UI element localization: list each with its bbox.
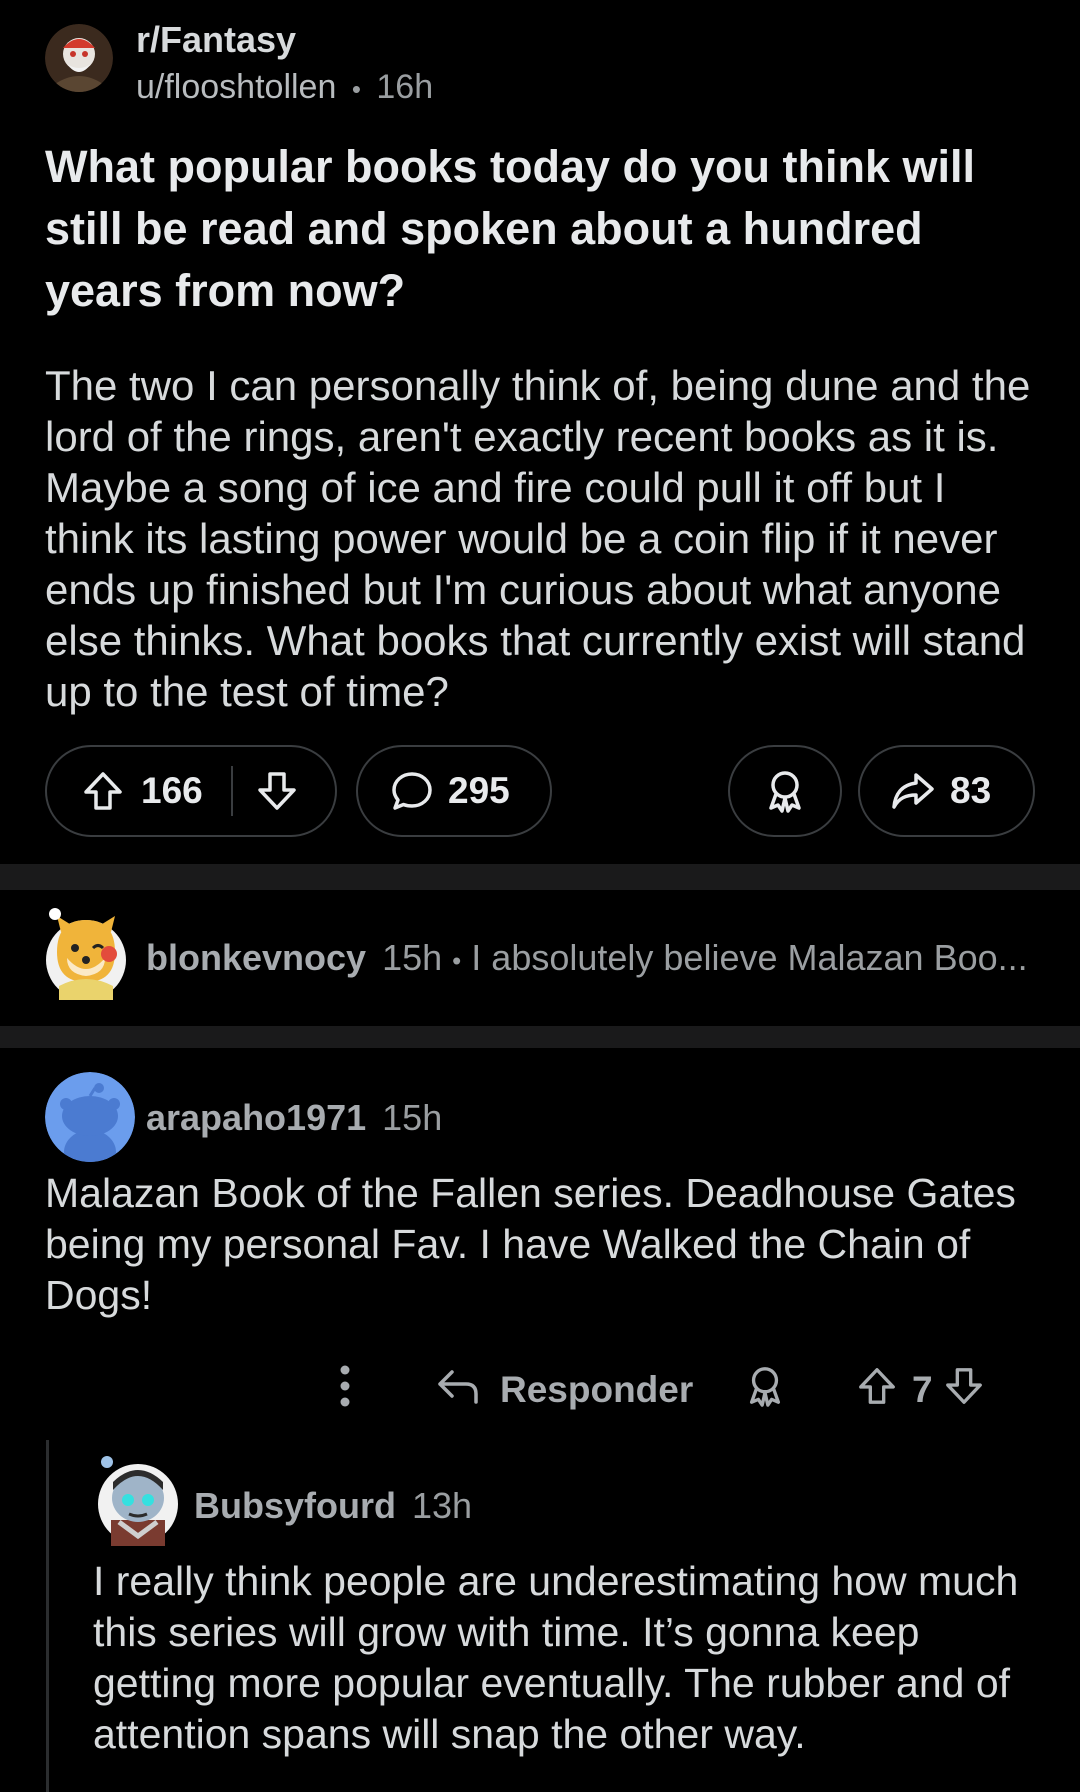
avatar[interactable] [97, 1454, 179, 1546]
downvote-arrow-icon[interactable] [943, 1365, 985, 1416]
reply-text: I really think people are underestimatin… [93, 1558, 1019, 1757]
more-options-button[interactable] [330, 1345, 360, 1435]
comment-meta: arapaho1971 15h [146, 1096, 442, 1140]
downvote-arrow-icon[interactable] [255, 769, 299, 813]
section-divider [0, 864, 1080, 890]
post-action-bar: 166 295 83 [45, 745, 1035, 841]
award-icon [763, 768, 807, 814]
comment-vote-count: 7 [912, 1369, 933, 1410]
post-meta: u/flooshtollen • 16h [136, 66, 433, 110]
share-count: 83 [950, 770, 992, 811]
award-icon [744, 1364, 786, 1417]
comment-count: 295 [448, 770, 510, 811]
collapsed-comment[interactable]: blonkevnocy 15h • I absolutely believe M… [45, 900, 1045, 1020]
share-arrow-icon [890, 769, 936, 813]
post-author[interactable]: u/flooshtollen [136, 68, 336, 106]
reply-label: Responder [500, 1369, 694, 1410]
comments-button[interactable]: 295 [356, 745, 552, 837]
post-title: What popular books today do you think wi… [45, 141, 975, 316]
comment-time: 15h [382, 1097, 443, 1138]
comment-bubble-icon [390, 769, 434, 813]
post-header: r/Fantasy u/flooshtollen • 16h [45, 18, 1035, 108]
reply-arrow-icon [436, 1366, 480, 1415]
comment-actions: Responder 7 [0, 1345, 1080, 1435]
award-button[interactable] [744, 1345, 786, 1435]
comment-time: 15h [382, 937, 443, 978]
thread-line[interactable] [46, 1440, 49, 1792]
collapsed-comment-line: blonkevnocy 15h • I absolutely believe M… [146, 936, 1028, 982]
avatar[interactable] [45, 906, 127, 1000]
comment-author[interactable]: arapaho1971 [146, 1097, 366, 1138]
more-vertical-icon [339, 1364, 351, 1417]
reply-meta: Bubsyfourd 13h [194, 1484, 472, 1528]
comment-preview: I absolutely believe Malazan Boo... [471, 937, 1028, 978]
comment-author[interactable]: Bubsyfourd [194, 1485, 396, 1526]
comment-text: Malazan Book of the Fallen series. Deadh… [45, 1170, 1016, 1318]
post-body: The two I can personally think of, being… [45, 362, 1031, 715]
avatar[interactable] [45, 1072, 135, 1162]
meta-separator: • [452, 945, 462, 976]
meta-separator: • [351, 74, 361, 105]
subreddit-avatar[interactable] [45, 24, 113, 92]
subreddit-name[interactable]: r/Fantasy [136, 18, 296, 62]
vote-pill: 166 [45, 745, 337, 837]
vote-divider [230, 766, 233, 816]
upvote-arrow-icon[interactable] [81, 769, 125, 813]
comment-time: 13h [412, 1485, 473, 1526]
section-divider [0, 1026, 1080, 1048]
upvote-count: 166 [141, 770, 203, 811]
reply-button[interactable]: Responder [436, 1345, 693, 1435]
share-button[interactable]: 83 [858, 745, 1035, 837]
post-time: 16h [376, 68, 434, 106]
comment-author[interactable]: blonkevnocy [146, 937, 366, 978]
comment-vote: 7 [856, 1345, 985, 1435]
award-button[interactable] [728, 745, 842, 837]
upvote-arrow-icon[interactable] [856, 1365, 898, 1416]
